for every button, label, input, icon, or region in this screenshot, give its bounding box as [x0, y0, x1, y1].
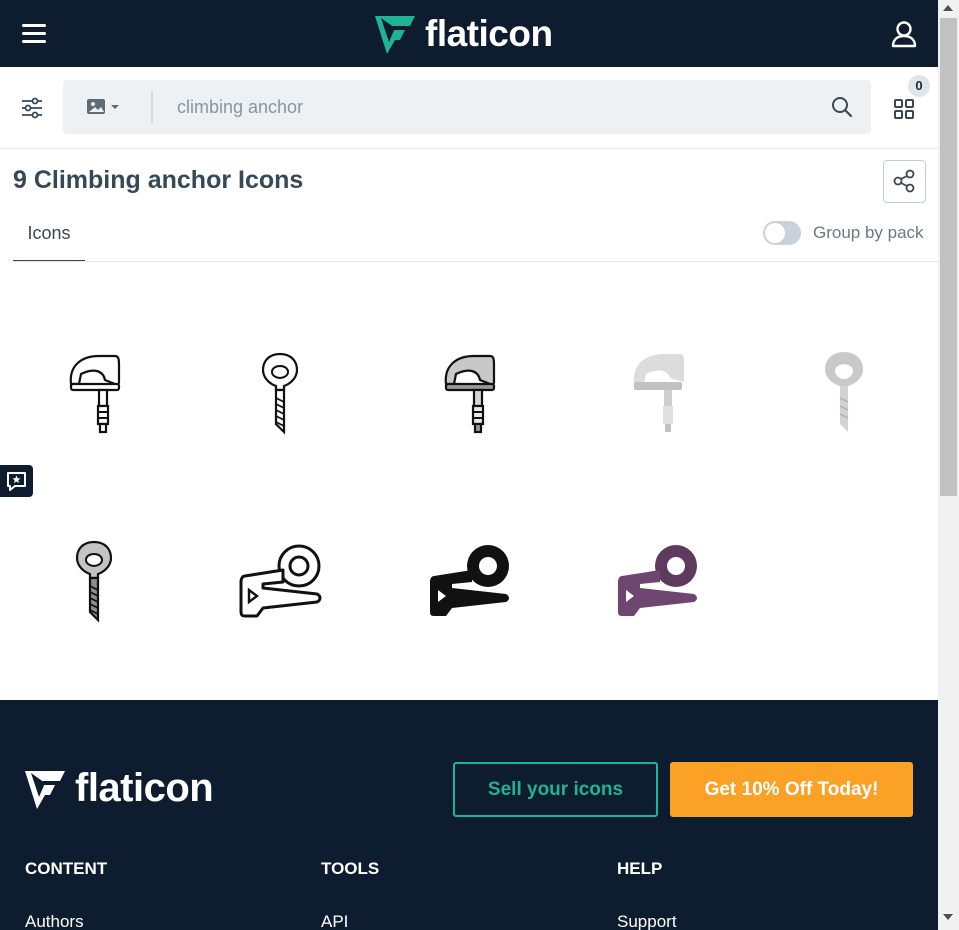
- eye-bolt-outline-icon: [261, 352, 299, 435]
- icon-result-eye-bolt-lineal-color[interactable]: [49, 536, 139, 626]
- tabs-divider: [13, 261, 938, 262]
- group-by-pack-toggle[interactable]: [763, 221, 801, 245]
- eye-bolt-flat-icon: [825, 352, 863, 432]
- page-scrollbar[interactable]: [938, 0, 959, 930]
- icon-result-eye-bolt-outline[interactable]: [235, 348, 325, 438]
- footer-heading-content: CONTENT: [25, 859, 108, 878]
- grid-icon[interactable]: [893, 98, 915, 120]
- footer: flaticon Sell your icons Get 10% Off Tod…: [0, 700, 938, 930]
- user-icon[interactable]: [889, 19, 919, 49]
- icon-result-piton-glyph[interactable]: [424, 536, 514, 626]
- group-by-pack-label: Group by pack: [813, 223, 924, 242]
- piton-purple-icon: [618, 545, 697, 616]
- icon-result-anchor-bolt-outline[interactable]: [49, 348, 139, 438]
- feedback-icon[interactable]: [0, 465, 33, 497]
- search-box: [63, 80, 871, 134]
- footer-brand-name: flaticon: [75, 766, 214, 810]
- footer-link-support[interactable]: Support: [617, 912, 677, 930]
- icon-result-piton-purple[interactable]: [612, 536, 702, 626]
- image-icon: [87, 99, 119, 114]
- search-divider: [151, 91, 153, 123]
- sliders-icon[interactable]: [20, 97, 44, 119]
- flaticon-logo-icon: [25, 770, 65, 809]
- footer-link-api[interactable]: API: [321, 912, 348, 930]
- scroll-down-arrow-icon[interactable]: [943, 914, 953, 920]
- piton-glyph-icon: [430, 545, 509, 616]
- page-title: 9 Climbing anchor Icons: [13, 166, 304, 194]
- anchor-bolt-outline-icon: [69, 354, 121, 434]
- eye-bolt-lineal-color-icon: [75, 540, 113, 623]
- collection-count-badge: 0: [906, 73, 932, 99]
- footer-link-authors[interactable]: Authors: [25, 912, 84, 930]
- scroll-up-arrow-icon[interactable]: [943, 5, 953, 11]
- page: flaticon climbing anchor 0 9 Climbing an…: [0, 0, 959, 930]
- search-icon[interactable]: [831, 96, 853, 118]
- toggle-knob: [765, 223, 785, 243]
- icon-result-piton-outline[interactable]: [235, 536, 325, 626]
- anchor-bolt-flat-icon: [633, 354, 684, 432]
- top-navbar: flaticon: [0, 0, 938, 67]
- icon-result-anchor-bolt-lineal-color[interactable]: [424, 348, 514, 438]
- footer-heading-tools: TOOLS: [321, 859, 380, 878]
- hamburger-icon[interactable]: [22, 24, 46, 43]
- search-bar-row: [0, 67, 938, 149]
- brand-name: flaticon: [425, 13, 553, 54]
- flaticon-logo-icon: [375, 16, 415, 54]
- piton-outline-icon: [239, 544, 322, 618]
- icon-result-eye-bolt-flat[interactable]: [799, 348, 889, 438]
- footer-logo[interactable]: flaticon: [25, 766, 214, 811]
- anchor-bolt-lineal-color-icon: [444, 354, 496, 434]
- sell-your-icons-button[interactable]: Sell your icons: [453, 762, 658, 817]
- share-icon: [893, 169, 915, 193]
- get-offer-button[interactable]: Get 10% Off Today!: [670, 762, 913, 817]
- flaticon-logo[interactable]: flaticon: [375, 12, 553, 56]
- icon-result-anchor-bolt-flat[interactable]: [614, 348, 704, 438]
- scrollbar-thumb[interactable]: [940, 18, 957, 496]
- search-input[interactable]: [177, 80, 409, 134]
- search-type-select[interactable]: [85, 97, 125, 117]
- tab-icons[interactable]: Icons: [13, 212, 85, 262]
- share-button[interactable]: [883, 160, 926, 203]
- footer-heading-help: HELP: [617, 859, 663, 878]
